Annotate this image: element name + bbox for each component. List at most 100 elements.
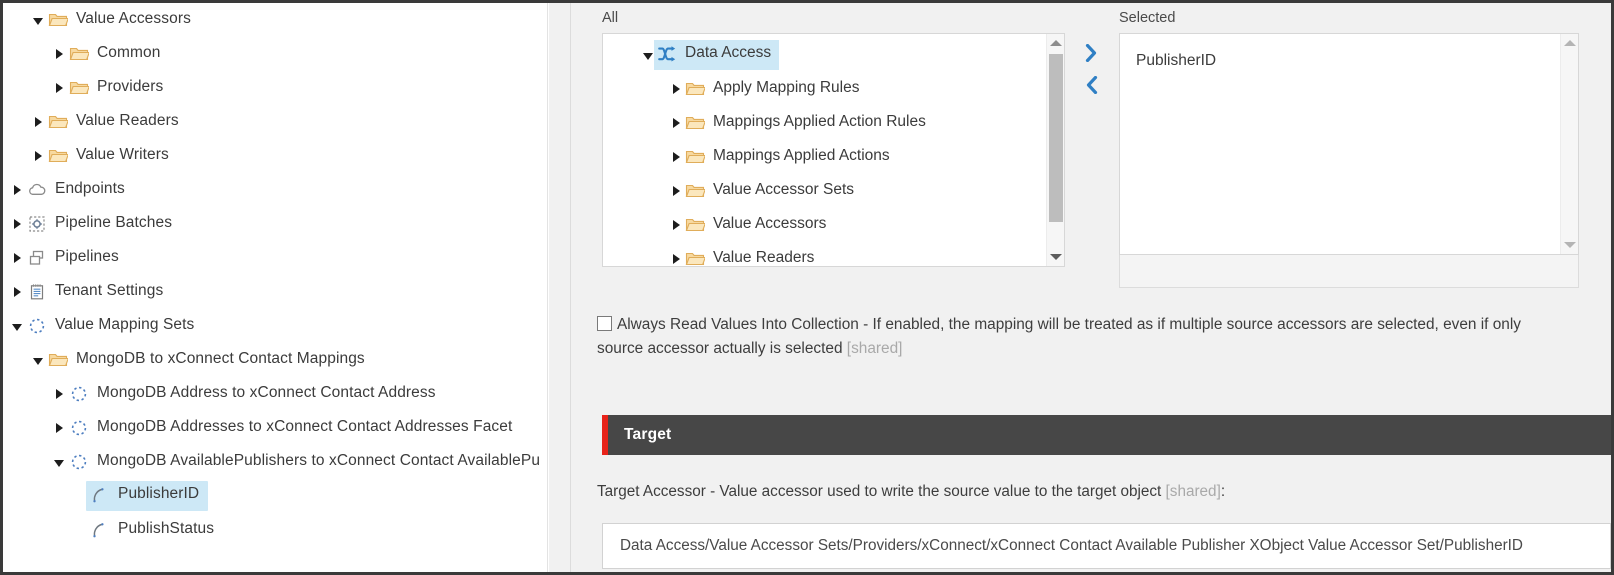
scroll-down-icon[interactable] — [1047, 248, 1064, 266]
content-tree-item[interactable]: Common — [3, 37, 547, 71]
content-tree-panel[interactable]: Value Accessors Common Providers Value Read… — [3, 3, 548, 572]
expand-collapse-arrow-collapsed[interactable] — [8, 241, 26, 275]
content-tree-item-label: MongoDB Address to xConnect Contact Addr… — [97, 384, 436, 402]
target-accessor-input[interactable]: Data Access/Value Accessor Sets/Provider… — [602, 523, 1611, 569]
expand-collapse-arrow-expanded[interactable] — [29, 3, 47, 37]
content-tree-item[interactable]: Pipeline Batches — [3, 207, 547, 241]
expand-collapse-arrow-collapsed[interactable] — [8, 207, 26, 241]
mapping-arc-icon — [93, 488, 104, 503]
expand-collapse-arrow-collapsed[interactable] — [50, 37, 68, 71]
pipelines-icon — [29, 250, 44, 265]
expand-collapse-arrow-collapsed[interactable] — [50, 411, 68, 445]
add-to-selected-button[interactable] — [1076, 37, 1106, 69]
expand-collapse-arrow-collapsed[interactable] — [668, 72, 684, 106]
all-list-item-label: Mappings Applied Action Rules — [713, 113, 926, 131]
folder-open-icon — [685, 218, 705, 232]
remove-from-selected-button[interactable] — [1076, 69, 1106, 101]
folder-open-icon — [48, 149, 68, 163]
folder-open-icon — [68, 77, 90, 99]
expand-collapse-arrow-collapsed[interactable] — [50, 71, 68, 105]
all-list-item[interactable]: Mappings Applied Actions — [603, 140, 1046, 174]
pipelines-icon — [26, 247, 48, 269]
selected-item-highlight: Data Access — [654, 40, 780, 70]
all-list-item-label: Value Accessors — [713, 215, 827, 233]
folder-open-icon — [47, 349, 69, 371]
all-list-item-label: Value Accessor Sets — [713, 181, 855, 199]
main-content-area: All Selected Data Access Apply Mapping Ru… — [549, 3, 1611, 572]
target-accessor-label-main: Target Accessor - Value accessor used to… — [597, 483, 1162, 500]
all-list-item-label: Mappings Applied Actions — [713, 147, 890, 165]
folder-open-icon — [685, 116, 705, 130]
all-list-item[interactable]: Mappings Applied Action Rules — [603, 106, 1046, 140]
all-list-item[interactable]: Value Accessors — [603, 208, 1046, 242]
mapping-arc-icon — [93, 523, 104, 538]
content-tree-item[interactable]: MongoDB to xConnect Contact Mappings — [3, 343, 547, 377]
folder-open-icon — [685, 184, 705, 198]
cloud-icon — [29, 183, 46, 195]
content-tree-item[interactable]: PublishStatus — [3, 513, 547, 547]
content-tree-item[interactable]: MongoDB Address to xConnect Contact Addr… — [3, 377, 547, 411]
content-tree-item-label: Value Writers — [76, 146, 169, 164]
content-tree-item[interactable]: Providers — [3, 71, 547, 105]
pipeline-batch-icon — [29, 216, 45, 232]
expand-collapse-arrow-collapsed[interactable] — [8, 275, 26, 309]
always-read-values-block: Always Read Values Into Collection - If … — [597, 313, 1611, 361]
target-section-header[interactable]: Target — [602, 415, 1611, 455]
data-access-icon — [658, 46, 676, 62]
content-tree-item[interactable]: Tenant Settings — [3, 275, 547, 309]
folder-open-icon — [69, 47, 89, 61]
content-tree-item[interactable]: Endpoints — [3, 173, 547, 207]
all-list-item[interactable]: Value Accessor Sets — [603, 174, 1046, 208]
all-accessors-list[interactable]: Data Access Apply Mapping Rules Mappings A… — [603, 38, 1046, 266]
expand-collapse-arrow-collapsed[interactable] — [29, 139, 47, 173]
scroll-down-icon[interactable] — [1561, 236, 1578, 254]
folder-open-icon — [69, 81, 89, 95]
dotted-circle-icon — [68, 451, 90, 473]
expand-collapse-arrow-expanded[interactable] — [8, 309, 26, 343]
content-tree-item-label: PublishStatus — [118, 520, 215, 538]
selected-accessors-listbox[interactable]: PublisherID — [1119, 33, 1579, 255]
expand-collapse-arrow-collapsed[interactable] — [668, 140, 684, 174]
expand-collapse-arrow-collapsed[interactable] — [668, 208, 684, 242]
content-tree-item-label: Common — [97, 44, 161, 62]
content-tree-item-label: Value Readers — [76, 112, 179, 130]
expand-collapse-arrow-expanded[interactable] — [29, 343, 47, 377]
expand-collapse-arrow-collapsed[interactable] — [668, 242, 684, 266]
selected-list-item-label: PublisherID — [1136, 52, 1217, 69]
content-tree-item-label: Endpoints — [55, 180, 125, 198]
dotted-circle-icon — [26, 315, 48, 337]
all-panel-caption: All — [602, 10, 619, 26]
content-tree-item[interactable]: PublisherID — [3, 479, 547, 513]
content-tree-item[interactable]: Value Mapping Sets — [3, 309, 547, 343]
expand-collapse-arrow-expanded[interactable] — [50, 445, 68, 479]
content-tree-item[interactable]: Value Writers — [3, 139, 547, 173]
scrollbar-thumb[interactable] — [1049, 54, 1063, 222]
all-list-item[interactable]: Apply Mapping Rules — [603, 72, 1046, 106]
notepad-icon — [26, 281, 48, 303]
all-list-item[interactable]: Value Readers — [603, 242, 1046, 266]
expand-collapse-arrow-collapsed[interactable] — [668, 174, 684, 208]
scroll-up-icon[interactable] — [1047, 34, 1064, 52]
expand-collapse-arrow-collapsed[interactable] — [50, 377, 68, 411]
selected-list-vertical-scrollbar[interactable] — [1560, 34, 1578, 254]
expand-collapse-arrow-collapsed[interactable] — [8, 173, 26, 207]
content-tree-item[interactable]: Pipelines — [3, 241, 547, 275]
folder-open-icon — [684, 78, 706, 100]
selected-accessors-list[interactable]: PublisherID — [1136, 44, 1560, 78]
all-list-vertical-scrollbar[interactable] — [1046, 34, 1064, 266]
selected-list-item[interactable]: PublisherID — [1136, 44, 1560, 78]
all-accessors-listbox[interactable]: Data Access Apply Mapping Rules Mappings A… — [602, 33, 1065, 267]
scroll-up-icon[interactable] — [1561, 34, 1578, 52]
content-tree-item[interactable]: MongoDB AvailablePublishers to xConnect … — [3, 445, 547, 479]
expand-collapse-arrow-collapsed[interactable] — [668, 106, 684, 140]
content-tree[interactable]: Value Accessors Common Providers Value Read… — [3, 3, 547, 547]
expand-collapse-arrow-collapsed[interactable] — [29, 105, 47, 139]
target-accessor-shared-tag: [shared] — [1165, 483, 1221, 500]
folder-open-icon — [48, 115, 68, 129]
folder-open-icon — [684, 112, 706, 134]
content-tree-item[interactable]: MongoDB Addresses to xConnect Contact Ad… — [3, 411, 547, 445]
all-list-item[interactable]: Data Access — [603, 38, 1046, 72]
always-read-values-checkbox[interactable] — [597, 316, 612, 331]
content-tree-item[interactable]: Value Accessors — [3, 3, 547, 37]
content-tree-item[interactable]: Value Readers — [3, 105, 547, 139]
